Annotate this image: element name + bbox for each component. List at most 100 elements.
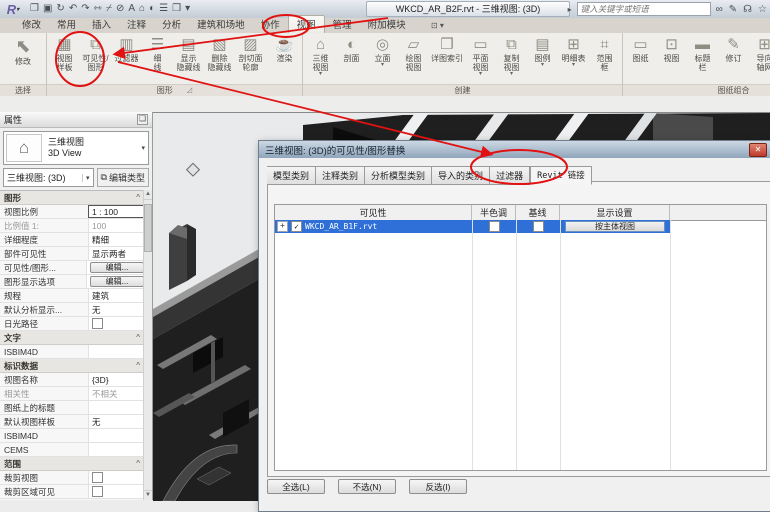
- drafting-view-button[interactable]: ▱ 绘图 视图: [398, 34, 429, 73]
- modify-button[interactable]: ⬉ 修改: [2, 34, 44, 67]
- favorites-star-icon[interactable]: ☆: [758, 4, 767, 15]
- duplicate-view-button[interactable]: ⧉ 复制 视图 ▾: [496, 34, 527, 78]
- plan-views-button[interactable]: ▭ 平面 视图 ▾: [465, 34, 496, 78]
- view-template-button[interactable]: ▦ 视图 样板: [49, 34, 80, 73]
- panel-dialog-launcher-icon[interactable]: ◿: [187, 85, 192, 96]
- search-input[interactable]: [577, 2, 711, 16]
- ribbon-tab[interactable]: 常用: [49, 16, 84, 33]
- guide-grid-button[interactable]: ⊞ 导向 轴网: [749, 34, 770, 73]
- dialog-close-button[interactable]: ✕: [749, 143, 767, 157]
- properties-scrollbar[interactable]: ▲ ▼: [143, 190, 152, 500]
- section-header[interactable]: 文字: [0, 332, 136, 344]
- tag-icon[interactable]: ⊘: [116, 1, 124, 17]
- link-row[interactable]: + WKCD_AR_B1F.rvt 按主体视图: [275, 220, 766, 233]
- property-value[interactable]: 建筑: [88, 289, 144, 302]
- halftone-checkbox[interactable]: [489, 221, 500, 232]
- callout-button[interactable]: ❒ 详图索引: [429, 34, 465, 64]
- dialog-tab[interactable]: 导入的类别: [432, 166, 490, 185]
- property-value[interactable]: [88, 317, 144, 330]
- subscription-key-icon[interactable]: ✎: [729, 4, 737, 15]
- show-hidden-lines-button[interactable]: ▤ 显示 隐藏线: [173, 34, 204, 73]
- ribbon-tab[interactable]: 分析: [154, 16, 189, 33]
- edit-button[interactable]: 编辑...: [90, 262, 144, 273]
- scroll-down-icon[interactable]: ▼: [144, 490, 152, 500]
- section-header[interactable]: 图形: [0, 192, 136, 204]
- default-3d-view-icon[interactable]: ⌂: [139, 1, 145, 17]
- property-value[interactable]: [88, 443, 144, 456]
- ribbon-tab[interactable]: 附加模块: [360, 16, 414, 33]
- aligned-dimension-icon[interactable]: ⌿: [106, 1, 112, 17]
- property-value[interactable]: 编辑...: [86, 261, 144, 274]
- cut-profile-button[interactable]: ▨ 剖切面 轮廓: [235, 34, 266, 73]
- scrollbar-thumb[interactable]: [144, 204, 152, 252]
- ribbon-tab[interactable]: 注释: [119, 16, 154, 33]
- text-icon[interactable]: A: [128, 1, 135, 17]
- value-checkbox[interactable]: [92, 486, 103, 497]
- section-button[interactable]: ◐ 剖面: [336, 34, 367, 64]
- property-value[interactable]: {3D}: [88, 373, 144, 386]
- thin-lines-button[interactable]: ☰ 细 线: [142, 34, 173, 73]
- dialog-tab[interactable]: 模型类别: [267, 166, 316, 185]
- redo-icon[interactable]: ↷: [81, 1, 89, 17]
- section-header[interactable]: 范围: [0, 458, 136, 470]
- palette-float-icon[interactable]: ❏: [137, 114, 148, 125]
- section-header[interactable]: 标识数据: [0, 360, 136, 372]
- open-icon[interactable]: ❐: [30, 1, 39, 17]
- ribbon-tab[interactable]: 建筑和场地: [189, 16, 253, 33]
- edit-button[interactable]: 编辑...: [90, 276, 144, 287]
- sync-icon[interactable]: ↻: [56, 1, 64, 17]
- dialog-tab[interactable]: 分析模型类别: [365, 166, 432, 185]
- collapse-caret-icon[interactable]: ^: [136, 361, 140, 370]
- visibility-graphics-button[interactable]: ⧉ 可见性/ 图形: [80, 34, 111, 73]
- communication-icon[interactable]: ☊: [743, 4, 752, 15]
- toolbar-dropdown-icon[interactable]: ▾: [185, 1, 190, 17]
- infocenter-expander-icon[interactable]: ▸: [568, 5, 572, 14]
- property-value[interactable]: 无: [88, 303, 144, 316]
- revit-logo-icon[interactable]: R▾: [0, 1, 26, 18]
- property-value[interactable]: [88, 345, 144, 358]
- scroll-up-icon[interactable]: ▲: [144, 190, 152, 200]
- type-selector-dropdown-icon[interactable]: ▾: [141, 144, 145, 152]
- property-value[interactable]: [88, 485, 144, 498]
- property-value[interactable]: 无: [88, 415, 144, 428]
- ribbon-tab[interactable]: 插入: [84, 16, 119, 33]
- type-selector[interactable]: ⌂ 三维视图 3D View ▾: [3, 131, 149, 165]
- expand-icon[interactable]: +: [277, 221, 288, 232]
- select-all-button[interactable]: 全选(L): [267, 479, 325, 494]
- property-value[interactable]: 显示两者: [88, 247, 144, 260]
- filters-button[interactable]: ▥ 过滤器: [111, 34, 142, 64]
- 3d-view-button[interactable]: ⌂ 三维 视图 ▾: [305, 34, 336, 78]
- measure-icon[interactable]: ⇿: [94, 1, 102, 17]
- save-icon[interactable]: ▣: [43, 1, 52, 17]
- column-visibility[interactable]: 可见性: [275, 205, 472, 220]
- edit-type-button[interactable]: ⧉ 编辑类型: [97, 168, 149, 187]
- dialog-tab[interactable]: Revit 链接: [530, 166, 592, 185]
- legends-button[interactable]: ▤ 图例 ▾: [527, 34, 558, 69]
- section-icon[interactable]: ◐: [149, 1, 155, 17]
- scope-box-button[interactable]: ⌗ 范围 框: [589, 34, 620, 73]
- column-display-settings[interactable]: 显示设置: [560, 205, 670, 220]
- property-value[interactable]: 不相关: [88, 387, 144, 400]
- title-block-button[interactable]: ▬ 标题 栏: [687, 34, 718, 73]
- view-type-combo[interactable]: 三维视图: (3D) ▾: [3, 168, 94, 187]
- property-value[interactable]: 1 : 100: [88, 205, 144, 218]
- collapse-caret-icon[interactable]: ^: [136, 459, 140, 468]
- schedules-button[interactable]: ⊞ 明细表 ▾: [558, 34, 589, 69]
- collapse-caret-icon[interactable]: ^: [136, 333, 140, 342]
- dialog-tab[interactable]: 注释类别: [316, 166, 365, 185]
- sheet-button[interactable]: ▭ 图纸: [625, 34, 656, 64]
- collapse-caret-icon[interactable]: ^: [136, 193, 140, 202]
- property-value[interactable]: [88, 401, 144, 414]
- ribbon-tab[interactable]: 管理: [325, 16, 360, 33]
- value-checkbox[interactable]: [92, 318, 103, 329]
- thin-lines-icon[interactable]: ☰: [159, 1, 168, 17]
- property-value[interactable]: [88, 429, 144, 442]
- undo-icon[interactable]: ↶: [69, 1, 77, 17]
- column-halftone[interactable]: 半色调: [472, 205, 516, 220]
- revisions-button[interactable]: ✎ 修订: [718, 34, 749, 64]
- ribbon-overflow-control[interactable]: ⊡ ▾: [431, 21, 444, 32]
- property-value[interactable]: 编辑...: [86, 275, 144, 288]
- display-settings-button[interactable]: 按主体视图: [565, 221, 665, 232]
- property-value[interactable]: 100: [88, 219, 144, 232]
- column-underlay[interactable]: 基线: [516, 205, 560, 220]
